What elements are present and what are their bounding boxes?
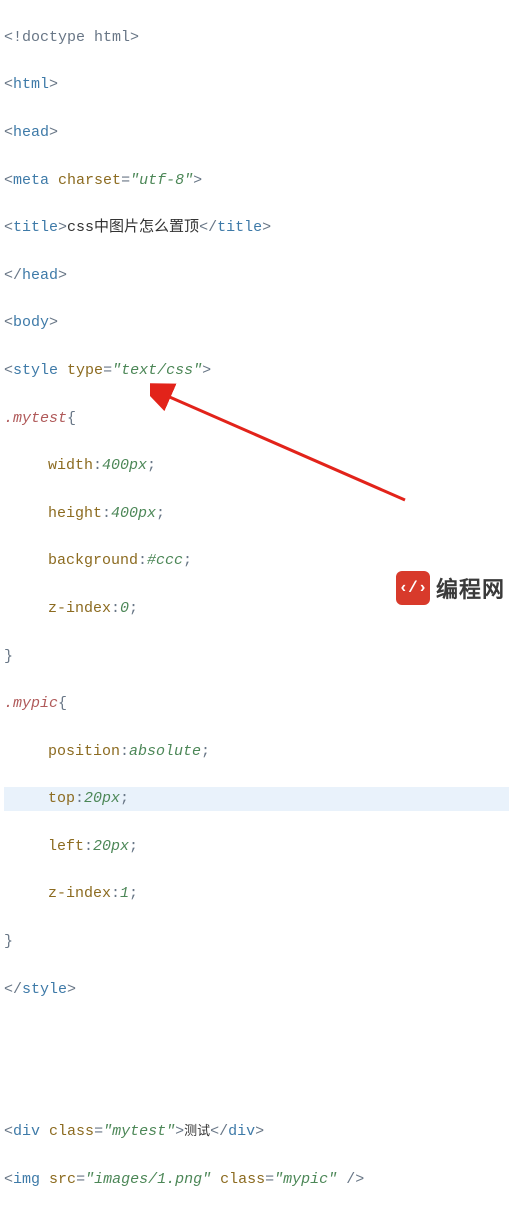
code-line: </head> bbox=[4, 264, 509, 288]
doctype: <!doctype html> bbox=[4, 29, 139, 46]
code-block: <!doctype html> <html> <head> <meta char… bbox=[0, 0, 513, 1218]
code-line: .mypic{ bbox=[4, 692, 509, 716]
code-line: .mytest{ bbox=[4, 407, 509, 431]
code-line: } bbox=[4, 930, 509, 954]
code-line: <div class="mytest">测试</div> bbox=[4, 1120, 509, 1144]
code-line: position:absolute; bbox=[4, 740, 509, 764]
code-line: } bbox=[4, 645, 509, 669]
code-line: z-index:1; bbox=[4, 882, 509, 906]
code-line: <img src="images/1.png" class="mypic" /> bbox=[4, 1168, 509, 1192]
watermark-badge-icon: ‹/› bbox=[396, 571, 430, 605]
code-line: <!doctype html> bbox=[4, 26, 509, 50]
code-line: left:20px; bbox=[4, 835, 509, 859]
watermark-text: 编程网 bbox=[436, 572, 505, 604]
code-line-highlighted: top:20px; bbox=[4, 787, 509, 811]
blank-line bbox=[4, 1073, 509, 1097]
code-line: <title>css中图片怎么置顶</title> bbox=[4, 216, 509, 240]
blank-line bbox=[4, 1025, 509, 1049]
code-line: background:#ccc; bbox=[4, 549, 509, 573]
code-line: <body> bbox=[4, 311, 509, 335]
code-line: <html> bbox=[4, 73, 509, 97]
code-line: </style> bbox=[4, 978, 509, 1002]
code-line: width:400px; bbox=[4, 454, 509, 478]
watermark-logo: ‹/› 编程网 bbox=[396, 571, 505, 605]
code-line: <head> bbox=[4, 121, 509, 145]
code-line: <meta charset="utf-8"> bbox=[4, 169, 509, 193]
code-line: height:400px; bbox=[4, 502, 509, 526]
code-line: <style type="text/css"> bbox=[4, 359, 509, 383]
